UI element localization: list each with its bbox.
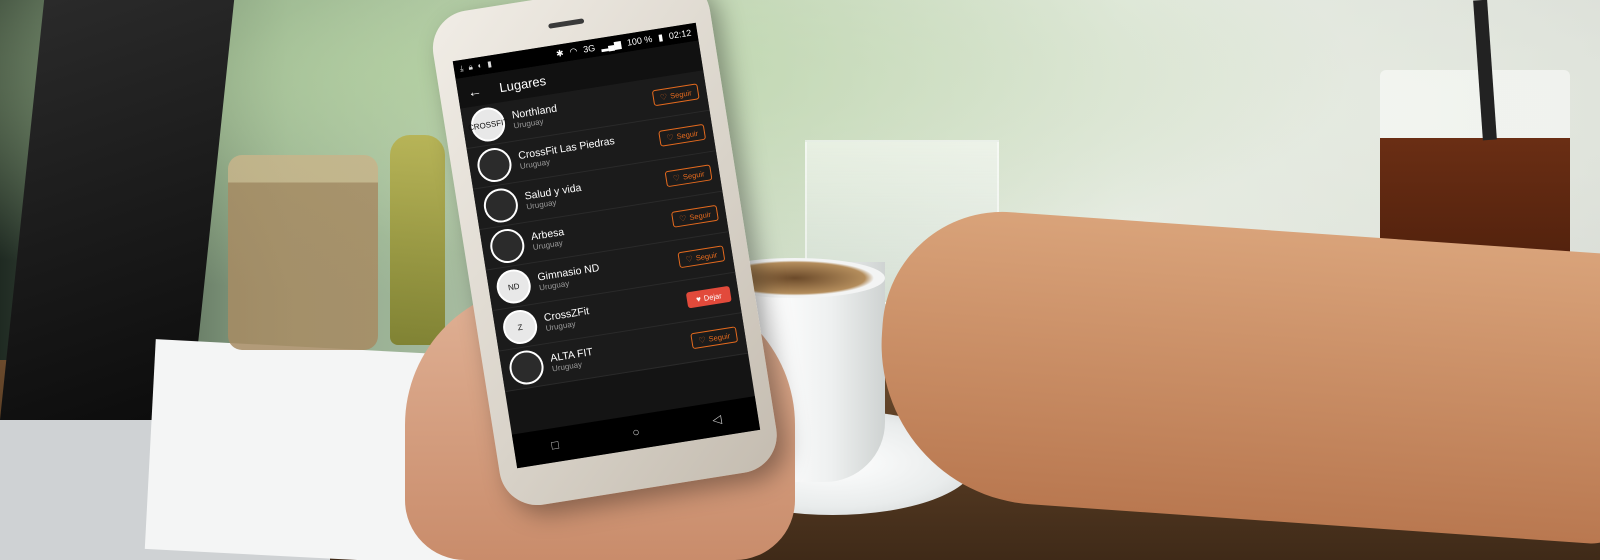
follow-button[interactable]: ♡ Seguir <box>658 123 707 147</box>
signal-icon: ▂▄▆ <box>600 38 622 52</box>
follow-button[interactable]: ♡ Seguir <box>671 204 719 228</box>
avatar: Z <box>500 307 540 347</box>
phone-container: ⤓ 🔒︎ ◐ ▮ ✱ ◠ 3G ▂▄▆ 100 % ▮ 02:12 ← Luga… <box>387 0 783 537</box>
avatar: CROSSFIT <box>467 105 509 144</box>
heart-outline-icon: ♡ <box>672 172 681 183</box>
follow-button[interactable]: ♡ Seguir <box>690 326 739 350</box>
network-type: 3G <box>582 42 596 55</box>
bluetooth-icon: ✱ <box>555 47 565 59</box>
status-icons: ⤓ 🔒︎ ◐ ▮ <box>459 59 492 74</box>
unfollow-button[interactable]: ♥ Dejar <box>685 285 732 309</box>
follow-button[interactable]: ♡ Seguir <box>664 164 713 188</box>
lock-icon: 🔒︎ <box>467 62 474 72</box>
avatar <box>475 145 514 185</box>
heart-filled-icon: ♥ <box>695 293 702 304</box>
cookie-jar <box>228 155 378 350</box>
battery-percent: 100 % <box>626 33 653 48</box>
page-title: Lugares <box>498 72 547 95</box>
battery-icon: ▮ <box>657 31 664 43</box>
avatar <box>507 348 546 387</box>
heart-outline-icon: ♡ <box>659 91 668 102</box>
circle-icon[interactable]: ○ <box>626 424 646 441</box>
clock: 02:12 <box>668 27 692 42</box>
avatar <box>481 186 521 225</box>
wifi-icon: ◠ <box>568 45 579 57</box>
follow-button[interactable]: ♡ Seguir <box>677 245 726 269</box>
download-icon: ⤓ <box>459 63 465 74</box>
avatar: ND <box>494 267 534 306</box>
heart-outline-icon: ♡ <box>678 213 688 224</box>
avatar <box>487 226 527 266</box>
heart-outline-icon: ♡ <box>685 253 694 264</box>
smartphone: ⤓ 🔒︎ ◐ ▮ ✱ ◠ 3G ▂▄▆ 100 % ▮ 02:12 ← Luga… <box>427 0 783 511</box>
square-icon[interactable]: □ <box>545 437 565 454</box>
triangle-left-icon[interactable]: ◁ <box>707 411 727 428</box>
arrow-left-icon[interactable]: ← <box>467 82 483 100</box>
file-icon: ▮ <box>486 59 493 69</box>
heart-outline-icon: ♡ <box>665 132 675 143</box>
heart-outline-icon: ♡ <box>697 334 707 345</box>
places-list: CROSSFIT Northland Uruguay ♡ Seguir Cros… <box>460 70 749 393</box>
background-scene <box>0 0 1600 560</box>
dot-icon: ◐ <box>476 60 484 71</box>
follow-button[interactable]: ♡ Seguir <box>651 83 700 107</box>
